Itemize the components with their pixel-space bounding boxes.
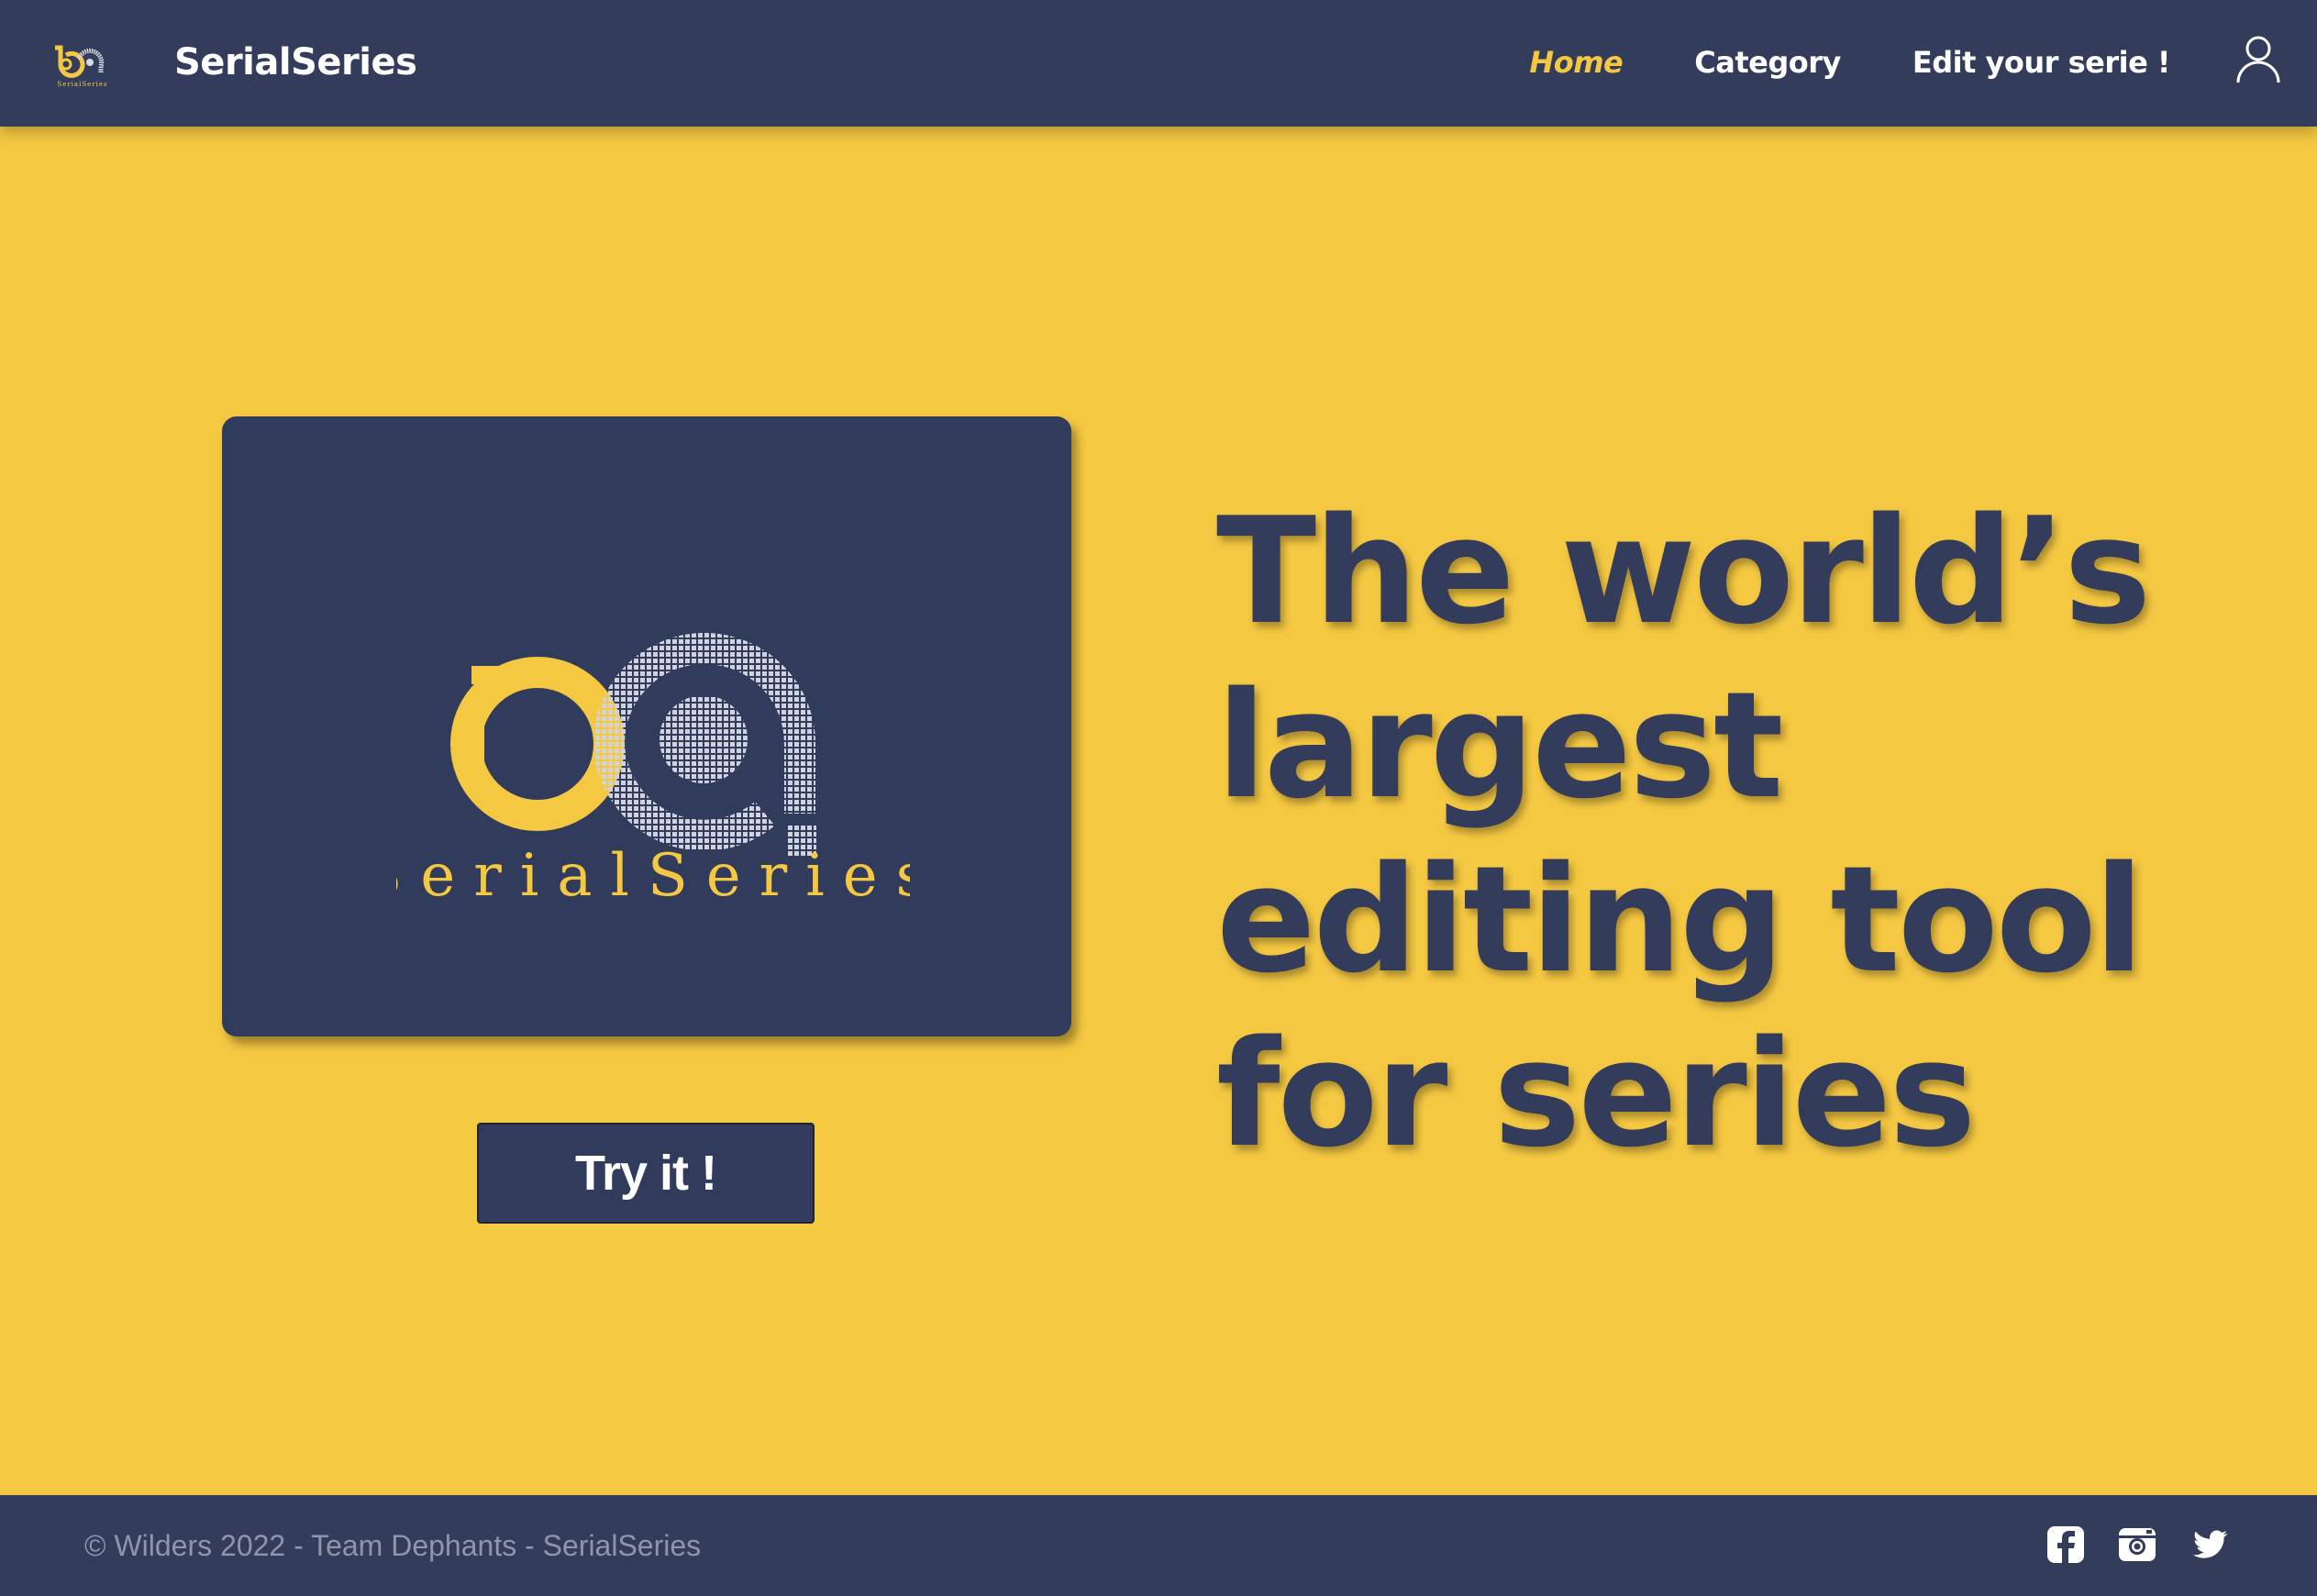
headline-line: The world’s — [1216, 485, 2151, 657]
headline-line: for series — [1216, 1008, 1976, 1180]
facebook-icon[interactable] — [2045, 1524, 2086, 1565]
twitter-icon[interactable] — [2190, 1524, 2231, 1565]
brand-name[interactable]: SerialSeries — [174, 35, 417, 90]
nav-edit-serie[interactable]: Edit your serie ! — [1912, 45, 2171, 80]
copyright-text: © Wilders 2022 - Team Dephants - SerialS… — [84, 1529, 702, 1562]
user-icon[interactable] — [2231, 31, 2286, 86]
site-logo[interactable]: SerialSeries — [46, 31, 119, 90]
main-nav: Home Category Edit your serie ! — [1458, 35, 2170, 90]
svg-text:SerialSeries: SerialSeries — [57, 81, 107, 88]
logo-card: SerialSeries — [222, 416, 1071, 1036]
footer: © Wilders 2022 - Team Dephants - SerialS… — [0, 1495, 2317, 1596]
headline-line: editing tool — [1216, 834, 2145, 1005]
try-it-button[interactable]: Try it ! — [477, 1123, 815, 1224]
serialseries-logo: SerialSeries — [396, 633, 910, 910]
nav-home[interactable]: Home — [1529, 45, 1623, 80]
navbar: SerialSeries SerialSeries Home Category … — [0, 0, 2317, 127]
instagram-icon[interactable] — [2117, 1524, 2157, 1565]
logo-wordmark: SerialSeries — [396, 842, 910, 910]
headline-line: largest — [1216, 659, 1783, 831]
hero-section: SerialSeries Try it ! The world’s larges… — [0, 127, 2317, 1495]
hero-headline: The world’s largest editing tool for ser… — [1216, 484, 2225, 1181]
nav-category[interactable]: Category — [1694, 45, 1841, 80]
